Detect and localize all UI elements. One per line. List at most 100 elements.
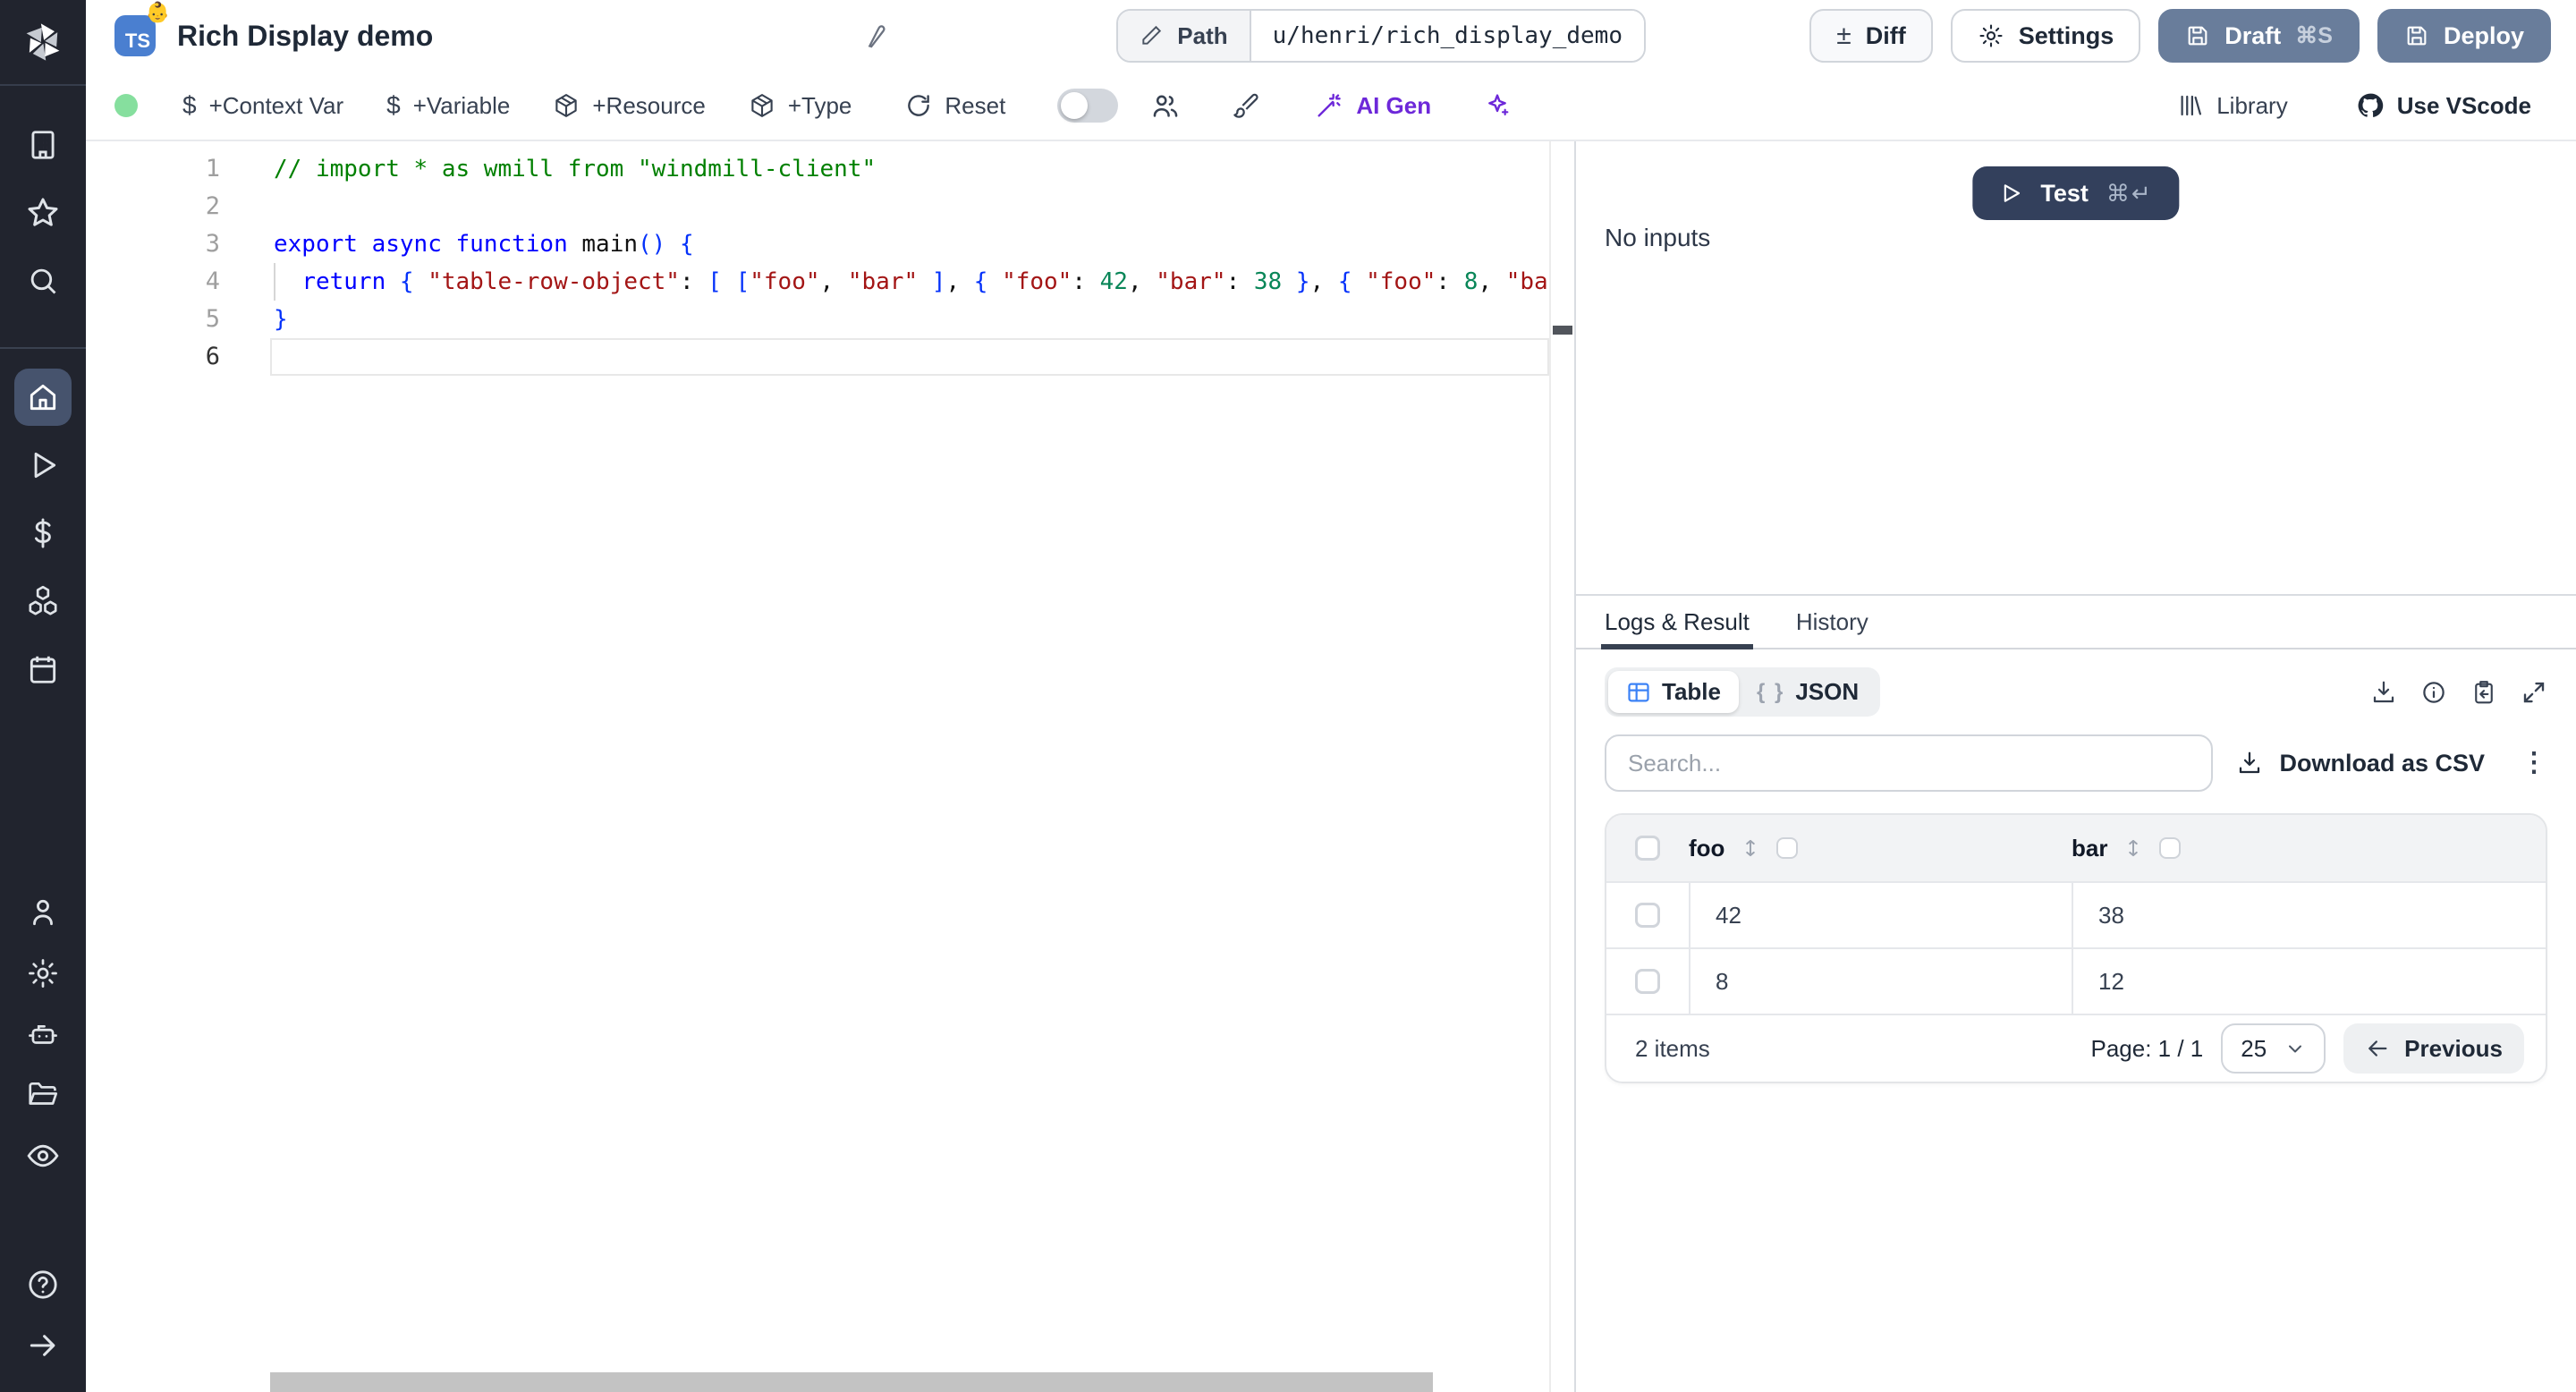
page-size-select[interactable]: 25 [2221, 1023, 2326, 1074]
table-row[interactable]: 4238 [1606, 881, 2546, 947]
collaborators-button[interactable] [1140, 81, 1191, 130]
draft-shortcut: ⌘S [2295, 22, 2333, 49]
cell-foo: 8 [1689, 949, 2072, 1014]
download-icon [2236, 750, 2263, 777]
ai-gen-button[interactable]: AI Gen [1299, 82, 1447, 129]
sidebar-item-help[interactable] [0, 1254, 86, 1315]
sidebar-item-resources[interactable] [0, 567, 86, 635]
table-icon [1626, 680, 1651, 705]
horizontal-scrollbar[interactable] [270, 1372, 1433, 1392]
add-variable-label: +Variable [413, 92, 511, 120]
cell-bar: 38 [2072, 883, 2546, 947]
result-actions [2370, 679, 2547, 706]
library-icon [2177, 92, 2204, 119]
view-toggle-json[interactable]: { } JSON [1739, 671, 1877, 713]
sidebar-item-users[interactable] [0, 882, 86, 943]
use-vscode-label: Use VScode [2397, 92, 2531, 120]
filter-foo-toggle[interactable] [1776, 837, 1798, 859]
table-options-button[interactable]: ⋮ [2521, 750, 2547, 777]
row-checkbox[interactable] [1635, 903, 1660, 928]
settings-button[interactable]: Settings [1951, 9, 2141, 63]
use-vscode-button[interactable]: Use VScode [2340, 82, 2547, 129]
sidebar-item-settings[interactable] [0, 943, 86, 1004]
test-button[interactable]: Test ⌘↵ [1972, 166, 2179, 220]
line-number: 2 [86, 188, 220, 225]
view-json-label: JSON [1795, 678, 1859, 706]
sidebar-item-workspace[interactable] [0, 111, 86, 179]
search-input[interactable] [1605, 734, 2213, 792]
code-line-3: 3export async function main() { [86, 225, 1574, 263]
editor-scroll-decoration [1549, 141, 1551, 1392]
row-checkbox[interactable] [1635, 969, 1660, 994]
test-label: Test [2040, 180, 2089, 208]
download-result-button[interactable] [2370, 679, 2397, 706]
download-icon [2370, 679, 2397, 706]
table-footer: 2 items Page: 1 / 1 25 Previous [1606, 1014, 2546, 1082]
sort-bar-button[interactable] [2122, 836, 2145, 861]
sidebar-item-schedules[interactable] [0, 635, 86, 703]
view-toggle-table[interactable]: Table [1608, 671, 1739, 713]
code-editor[interactable]: 1// import * as wmill from "windmill-cli… [86, 141, 1574, 1392]
arrow-right-icon [14, 1317, 72, 1374]
right-panel: Test ⌘↵ No inputs Logs & Result History [1574, 141, 2576, 1392]
result-view-row: Table { } JSON [1576, 649, 2576, 717]
typescript-badge: TS 👶 [114, 15, 156, 56]
reset-label: Reset [945, 92, 1005, 120]
sidebar-item-favorites[interactable] [0, 179, 86, 247]
format-button[interactable] [1220, 82, 1270, 129]
deploy-button[interactable]: Deploy [2377, 9, 2551, 63]
result-info-button[interactable] [2420, 679, 2447, 706]
page-size-value: 25 [2241, 1035, 2267, 1063]
reset-button[interactable]: Reset [889, 83, 1021, 129]
view-toggle: Table { } JSON [1605, 667, 1880, 717]
diff-mode-toggle[interactable] [1057, 89, 1118, 123]
tab-history[interactable]: History [1796, 596, 1868, 648]
indent-guide [274, 263, 275, 301]
overview-ruler-cursor [1553, 326, 1572, 335]
ai-assistant-button[interactable] [1472, 82, 1522, 129]
sidebar-item-runs[interactable] [0, 431, 86, 499]
windmill-logo[interactable] [0, 0, 86, 86]
sidebar-item-audit[interactable] [0, 1125, 86, 1186]
eye-icon [14, 1127, 72, 1184]
select-all-checkbox[interactable] [1635, 836, 1660, 861]
sidebar-item-workers[interactable] [0, 1004, 86, 1065]
sort-foo-button[interactable] [1739, 836, 1762, 861]
code-line-6: 6 [86, 338, 1574, 376]
add-resource-button[interactable]: +Resource [537, 83, 721, 129]
sidebar-item-folders[interactable] [0, 1065, 86, 1125]
copy-result-button[interactable] [2470, 679, 2497, 706]
windmill-app: TS 👶 Rich Display demo Path u/henri/rich… [0, 0, 2576, 1392]
library-button[interactable]: Library [2161, 83, 2303, 129]
download-csv-button[interactable]: Download as CSV [2225, 748, 2496, 779]
previous-label: Previous [2404, 1035, 2503, 1063]
diff-button[interactable]: ± Diff [1809, 9, 1932, 63]
draft-button[interactable]: Draft ⌘S [2158, 9, 2360, 63]
previous-page-button[interactable]: Previous [2343, 1023, 2524, 1074]
dollar-icon [14, 505, 72, 562]
code-text: return { "table-row-object": [ ["foo", "… [270, 263, 1549, 301]
gear-icon [1978, 22, 2004, 49]
sidebar-item-home[interactable] [0, 363, 86, 431]
sidebar-item-variables[interactable] [0, 499, 86, 567]
column-header-bar: bar [2072, 835, 2107, 862]
sidebar-item-expand[interactable] [0, 1315, 86, 1376]
add-variable-button[interactable]: $ +Variable [370, 82, 526, 129]
dollar-icon: $ [182, 91, 197, 120]
edit-summary-button[interactable] [859, 21, 887, 50]
typescript-badge-label: TS [125, 30, 150, 53]
add-context-var-button[interactable]: $ +Context Var [166, 82, 360, 129]
path-value: u/henri/rich_display_demo [1251, 11, 1644, 61]
library-label: Library [2216, 92, 2287, 120]
sidebar-item-search[interactable] [0, 247, 86, 315]
draft-label: Draft [2224, 22, 2281, 50]
path-control[interactable]: Path u/henri/rich_display_demo [1116, 9, 1646, 63]
tab-logs-result[interactable]: Logs & Result [1605, 596, 1750, 648]
code-line-2: 2 [86, 188, 1574, 225]
pencil-icon [859, 21, 887, 50]
add-type-button[interactable]: +Type [733, 83, 869, 129]
table-row[interactable]: 812 [1606, 947, 2546, 1014]
line-number: 6 [86, 338, 220, 376]
filter-bar-toggle[interactable] [2159, 837, 2181, 859]
expand-result-button[interactable] [2521, 679, 2547, 706]
